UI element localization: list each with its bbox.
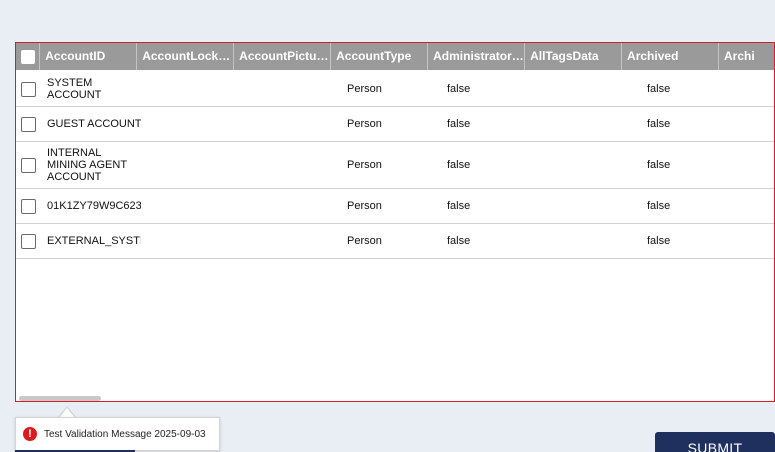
table-row[interactable]: INTERNAL MINING AGENT ACCOUNT Person fal…	[16, 142, 774, 189]
cell-accounttype: Person	[347, 83, 382, 95]
cell-administrator: false	[447, 200, 471, 212]
horizontal-scrollbar[interactable]	[19, 396, 101, 401]
cell-accountid: SYSTEM ACCOUNT	[47, 77, 102, 101]
column-header-archived-extra[interactable]: Archi	[719, 43, 774, 70]
cell-alltagsdata	[541, 224, 641, 258]
cell-accounttype: Person	[347, 159, 382, 171]
cell-archived: false	[647, 159, 671, 171]
column-header-alltagsdata[interactable]: AllTagsData	[525, 43, 623, 70]
cell-archived: false	[647, 200, 671, 212]
cell-accountpicture	[241, 189, 341, 223]
cell-accountlocked	[141, 107, 241, 141]
accounts-grid: AccountID AccountLocke… AccountPictur… A…	[15, 42, 775, 402]
cell-accounttype: Person	[347, 235, 382, 247]
column-header-accountlocked[interactable]: AccountLocke…	[137, 43, 235, 70]
row-select-cell	[16, 142, 41, 188]
cell-accountpicture	[241, 107, 341, 141]
cell-accountpicture	[241, 142, 341, 188]
cell-alltagsdata	[541, 142, 641, 188]
validation-tooltip: ! Test Validation Message 2025-09-03	[15, 417, 220, 451]
cell-accountpicture	[241, 224, 341, 258]
column-header-accountid[interactable]: AccountID	[40, 43, 138, 70]
cell-administrator: false	[447, 118, 471, 130]
cell-accountlocked	[141, 224, 241, 258]
column-header-archived[interactable]: Archived	[622, 43, 720, 70]
cell-accountlocked	[141, 142, 241, 188]
column-header-accounttype[interactable]: AccountType	[331, 43, 429, 70]
cell-accountlocked	[141, 189, 241, 223]
row-select-cell	[16, 189, 41, 223]
grid-header: AccountID AccountLocke… AccountPictur… A…	[16, 43, 774, 70]
select-all-cell	[16, 43, 41, 70]
cell-accounttype: Person	[347, 200, 382, 212]
error-icon: !	[23, 427, 37, 441]
submit-button[interactable]: SUBMIT	[655, 432, 775, 452]
cell-accountid: GUEST ACCOUNT	[47, 118, 141, 130]
cell-accountid: INTERNAL MINING AGENT ACCOUNT	[47, 147, 127, 183]
cell-alltagsdata	[541, 107, 641, 141]
table-row[interactable]: GUEST ACCOUNT Person false false	[16, 107, 774, 142]
column-header-accountpicture[interactable]: AccountPictur…	[234, 43, 332, 70]
row-checkbox[interactable]	[21, 116, 36, 132]
row-checkbox[interactable]	[21, 81, 36, 97]
cell-accountpicture	[241, 72, 341, 106]
cell-accounttype: Person	[347, 118, 382, 130]
cell-archived: false	[647, 235, 671, 247]
cell-administrator: false	[447, 159, 471, 171]
table-row[interactable]: 01K1ZY79W9C623 Person false false	[16, 189, 774, 224]
cell-accountid: EXTERNAL_SYSTI	[47, 235, 141, 247]
cell-archived: false	[647, 83, 671, 95]
select-all-checkbox[interactable]	[20, 49, 35, 64]
cell-accountlocked	[141, 72, 241, 106]
table-row[interactable]: SYSTEM ACCOUNT Person false false	[16, 72, 774, 107]
row-select-cell	[16, 224, 41, 258]
cell-administrator: false	[447, 83, 471, 95]
row-checkbox[interactable]	[21, 233, 36, 249]
cell-administrator: false	[447, 235, 471, 247]
cell-archived: false	[647, 118, 671, 130]
row-select-cell	[16, 72, 41, 106]
cell-accountid: 01K1ZY79W9C623	[47, 200, 141, 212]
validation-message: Test Validation Message 2025-09-03	[44, 428, 206, 440]
column-header-administrator[interactable]: Administrator…	[428, 43, 526, 70]
page: AccountID AccountLocke… AccountPictur… A…	[0, 0, 775, 452]
row-checkbox[interactable]	[21, 157, 36, 173]
table-row[interactable]: EXTERNAL_SYSTI Person false false	[16, 224, 774, 259]
row-select-cell	[16, 107, 41, 141]
cell-alltagsdata	[541, 72, 641, 106]
grid-body: SYSTEM ACCOUNT Person false false GUEST …	[16, 72, 774, 259]
cell-alltagsdata	[541, 189, 641, 223]
row-checkbox[interactable]	[21, 198, 36, 214]
